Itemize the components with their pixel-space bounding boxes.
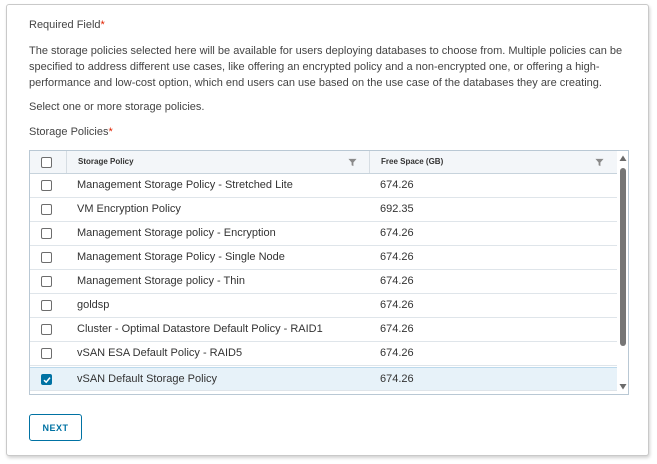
- row-checkbox-checked[interactable]: [41, 374, 52, 385]
- row-checkbox[interactable]: [41, 204, 52, 215]
- free-space-value: 674.26: [380, 373, 414, 385]
- column-label-free-space: Free Space (GB): [381, 157, 444, 166]
- table-row[interactable]: Cluster - Optimal Datastore Default Poli…: [30, 318, 617, 342]
- policy-name: vSAN ESA Default Policy - RAID5: [77, 347, 243, 359]
- table-row[interactable]: Management Storage Policy - Stretched Li…: [30, 174, 617, 198]
- policy-name: Management Storage Policy - Stretched Li…: [77, 179, 293, 191]
- policy-name: VM Encryption Policy: [77, 203, 181, 215]
- policy-name: Management Storage policy - Encryption: [77, 227, 276, 239]
- row-checkbox[interactable]: [41, 348, 52, 359]
- row-checkbox[interactable]: [41, 324, 52, 335]
- row-checkbox[interactable]: [41, 300, 52, 311]
- policy-name: Management Storage policy - Thin: [77, 275, 245, 287]
- filter-icon[interactable]: [595, 158, 604, 167]
- storage-policies-required-marker: *: [108, 126, 113, 138]
- required-marker: *: [100, 19, 105, 31]
- column-header-free-space[interactable]: Free Space (GB): [370, 151, 617, 173]
- free-space-value: 674.26: [380, 347, 414, 359]
- column-label-storage-policy: Storage Policy: [78, 157, 134, 166]
- table-row[interactable]: Management Storage policy - Encryption 6…: [30, 222, 617, 246]
- description-text: The storage policies selected here will …: [29, 45, 623, 89]
- free-space-value: 674.26: [380, 251, 414, 263]
- table-row[interactable]: vSAN ESA Default Policy - RAID5 674.26: [30, 342, 617, 366]
- free-space-value: 674.26: [380, 227, 414, 239]
- table-row[interactable]: Management Storage policy - Thin 674.26: [30, 270, 617, 294]
- free-space-value: 674.26: [380, 299, 414, 311]
- row-checkbox[interactable]: [41, 228, 52, 239]
- free-space-value: 674.26: [380, 179, 414, 191]
- vertical-scrollbar[interactable]: [617, 151, 628, 394]
- free-space-value: 674.26: [380, 323, 414, 335]
- policy-name: vSAN Default Storage Policy: [77, 373, 218, 385]
- storage-policies-label: Storage Policies*: [29, 126, 113, 138]
- filter-icon[interactable]: [348, 158, 357, 167]
- table-row[interactable]: goldsp 674.26: [30, 294, 617, 318]
- row-checkbox[interactable]: [41, 252, 52, 263]
- storage-policy-grid: Storage Policy Free Space (GB) Managemen…: [29, 150, 629, 395]
- instruction-text: Select one or more storage policies.: [29, 101, 205, 113]
- policy-name: Management Storage Policy - Single Node: [77, 251, 285, 263]
- free-space-value: 692.35: [380, 203, 414, 215]
- scrollbar-thumb[interactable]: [620, 168, 626, 346]
- row-checkbox[interactable]: [41, 276, 52, 287]
- checkmark-icon: [43, 377, 51, 384]
- required-field-label: Required Field: [29, 19, 101, 31]
- required-field-note: Required Field*: [29, 19, 105, 31]
- scroll-down-arrow-icon[interactable]: [619, 383, 627, 390]
- column-header-storage-policy[interactable]: Storage Policy: [67, 151, 370, 173]
- table-row[interactable]: Management Storage Policy - Single Node …: [30, 246, 617, 270]
- table-row-selected[interactable]: vSAN Default Storage Policy 674.26: [30, 367, 617, 391]
- table-row[interactable]: VM Encryption Policy 692.35: [30, 198, 617, 222]
- grid-header: Storage Policy Free Space (GB): [30, 151, 617, 174]
- scroll-up-arrow-icon[interactable]: [619, 155, 627, 162]
- select-all-checkbox[interactable]: [41, 157, 52, 168]
- policy-name: goldsp: [77, 299, 110, 311]
- free-space-value: 674.26: [380, 275, 414, 287]
- next-button[interactable]: NEXT: [29, 414, 82, 441]
- policy-name: Cluster - Optimal Datastore Default Poli…: [77, 323, 323, 335]
- select-all-cell: [30, 151, 67, 173]
- storage-policies-label-text: Storage Policies: [29, 126, 109, 138]
- row-checkbox[interactable]: [41, 180, 52, 191]
